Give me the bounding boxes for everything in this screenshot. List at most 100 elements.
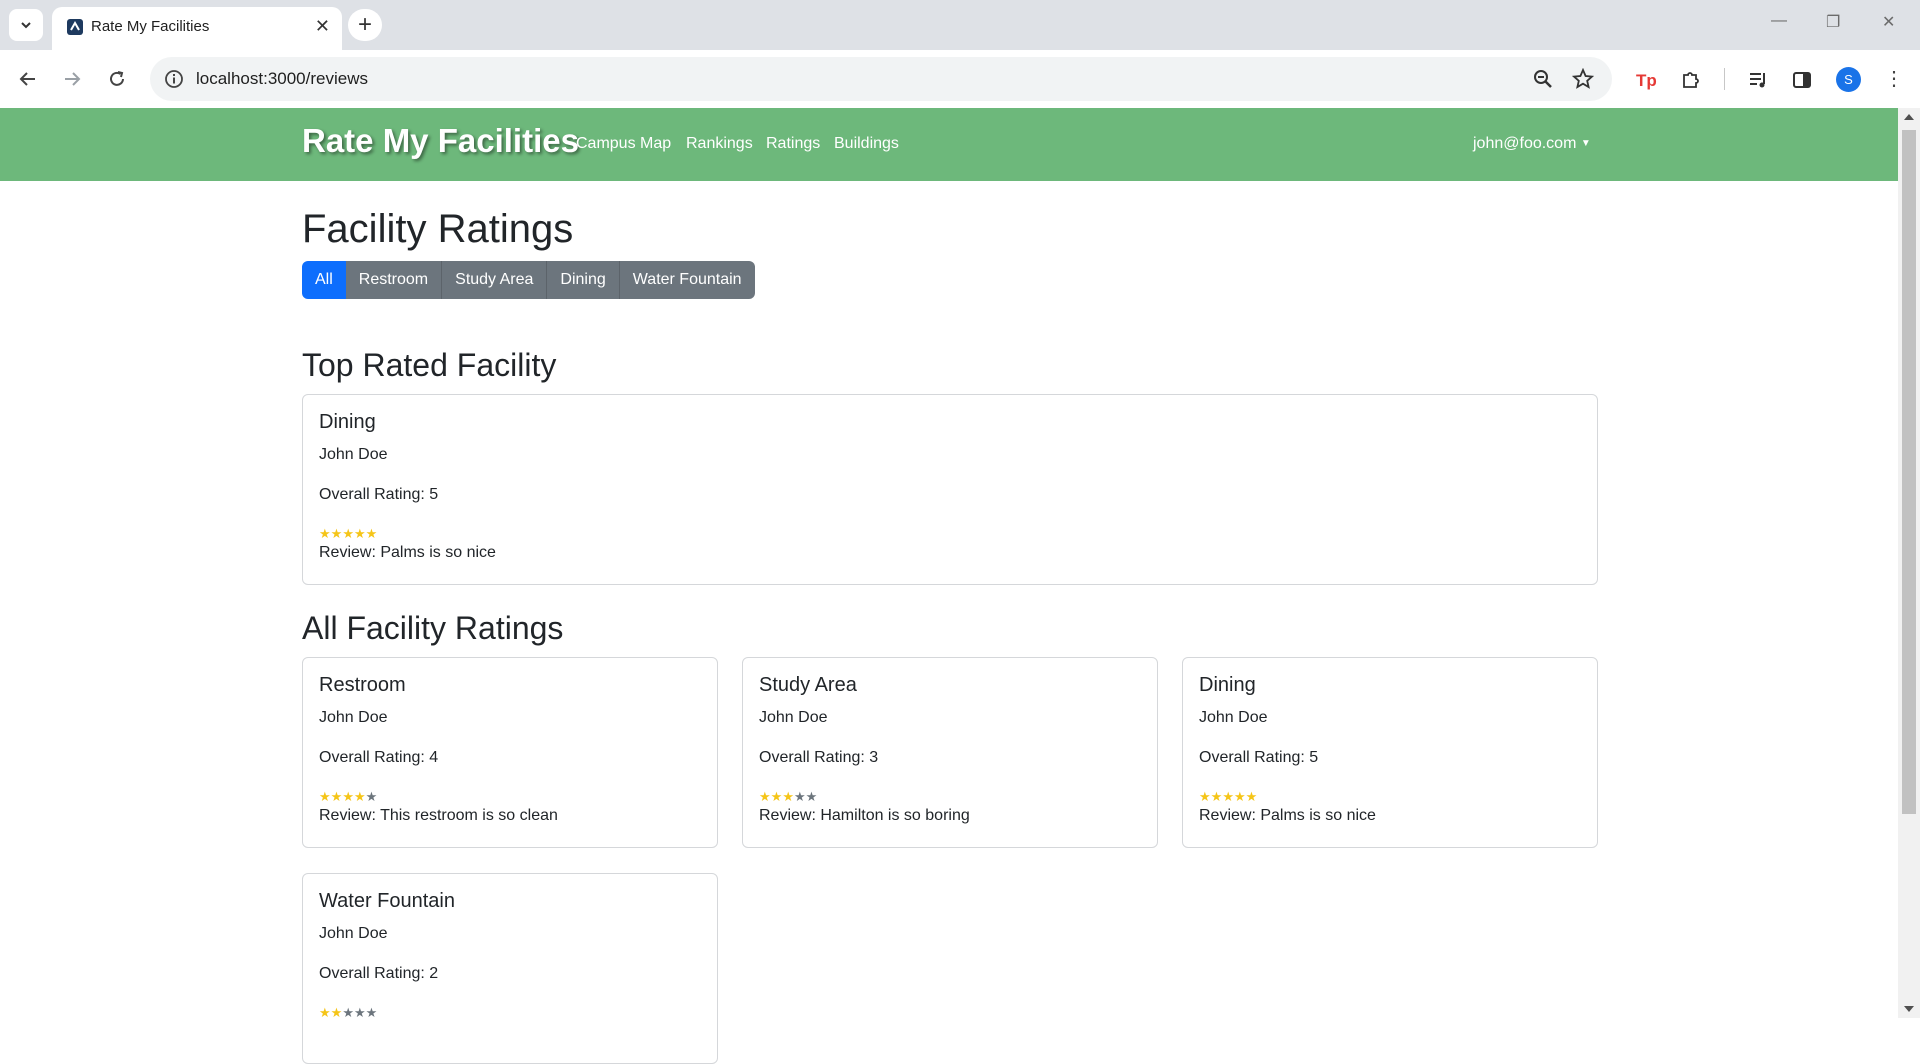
back-button[interactable] bbox=[15, 66, 41, 92]
nav-link-ratings[interactable]: Ratings bbox=[766, 135, 820, 153]
puzzle-icon bbox=[1683, 72, 1699, 88]
rating-card-restroom: Restroom John Doe Overall Rating: 4 ★★★★… bbox=[302, 657, 718, 848]
card-review: Review: Hamilton is so boring bbox=[759, 807, 970, 824]
star-rating: ★★★★★ bbox=[319, 1005, 377, 1021]
minimize-icon[interactable]: — bbox=[1771, 12, 1787, 30]
top-rated-heading: Top Rated Facility bbox=[302, 347, 557, 383]
card-title: Dining bbox=[1199, 674, 1256, 696]
star-filled-icon: ★ bbox=[330, 526, 343, 541]
card-overall-rating: Overall Rating: 4 bbox=[319, 749, 439, 766]
app-navbar: Rate My Facilities Campus Map Rankings R… bbox=[0, 108, 1898, 181]
tp-extension-icon: Tp bbox=[1636, 71, 1657, 90]
svg-text:Tp: Tp bbox=[1636, 71, 1657, 90]
card-review: Review: Palms is so nice bbox=[1199, 807, 1376, 824]
side-panel-button[interactable] bbox=[1789, 68, 1815, 92]
arrow-left-icon bbox=[19, 72, 35, 86]
caret-down-icon: ▼ bbox=[1580, 138, 1591, 149]
url-text[interactable]: localhost:3000/reviews bbox=[196, 69, 368, 89]
extension-tp-icon[interactable]: Tp bbox=[1633, 68, 1659, 92]
page-title: Facility Ratings bbox=[302, 207, 574, 251]
star-filled-icon: ★ bbox=[353, 789, 366, 804]
filter-water-fountain-button[interactable]: Water Fountain bbox=[619, 261, 755, 299]
star-empty-icon: ★ bbox=[805, 789, 818, 804]
star-filled-icon: ★ bbox=[1199, 789, 1211, 804]
scrollbar-thumb[interactable] bbox=[1902, 130, 1916, 814]
rating-card-study-area: Study Area John Doe Overall Rating: 3 ★★… bbox=[742, 657, 1158, 848]
browser-toolbar: localhost:3000/reviews Tp S ⋮ bbox=[0, 50, 1920, 108]
nav-link-campus-map[interactable]: Campus Map bbox=[576, 135, 671, 153]
star-rating: ★★★★★ bbox=[759, 789, 817, 805]
star-filled-icon: ★ bbox=[782, 789, 794, 804]
site-info-icon[interactable] bbox=[164, 69, 184, 89]
star-filled-icon: ★ bbox=[319, 789, 331, 804]
browser-tab[interactable]: Rate My Facilities ✕ bbox=[52, 7, 342, 50]
media-queue-icon bbox=[1750, 73, 1765, 88]
address-bar[interactable]: localhost:3000/reviews bbox=[150, 57, 1612, 101]
rating-card-water-fountain: Water Fountain John Doe Overall Rating: … bbox=[302, 873, 718, 1064]
plus-icon: + bbox=[357, 11, 372, 38]
scroll-up-icon[interactable] bbox=[1904, 114, 1914, 120]
all-ratings-heading: All Facility Ratings bbox=[302, 610, 564, 646]
zoom-icon[interactable] bbox=[1532, 68, 1554, 90]
card-review: Review: Palms is so nice bbox=[319, 544, 496, 561]
forward-button[interactable] bbox=[59, 66, 85, 92]
page-scrollbar[interactable] bbox=[1898, 108, 1920, 1018]
card-title: Dining bbox=[319, 411, 376, 433]
filter-study-area-button[interactable]: Study Area bbox=[442, 261, 548, 299]
window-close-icon[interactable]: ✕ bbox=[1882, 12, 1895, 32]
star-filled-icon: ★ bbox=[330, 789, 343, 804]
star-filled-icon: ★ bbox=[353, 526, 366, 541]
browser-tab-bar: Rate My Facilities ✕ + — ❐ ✕ bbox=[0, 0, 1920, 50]
star-filled-icon: ★ bbox=[1233, 789, 1246, 804]
card-overall-rating: Overall Rating: 5 bbox=[1199, 749, 1319, 766]
side-panel-icon bbox=[1793, 72, 1811, 88]
restore-icon[interactable]: ❐ bbox=[1826, 12, 1840, 32]
filter-all-button[interactable]: All bbox=[302, 261, 346, 299]
media-control-button[interactable] bbox=[1745, 68, 1771, 92]
card-overall-rating: Overall Rating: 5 bbox=[319, 486, 439, 503]
star-empty-icon: ★ bbox=[793, 789, 806, 804]
new-tab-button[interactable]: + bbox=[348, 9, 382, 41]
card-review: Review: This restroom is so clean bbox=[319, 807, 558, 824]
tab-title: Rate My Facilities bbox=[91, 18, 210, 35]
card-author: John Doe bbox=[319, 446, 388, 463]
star-filled-icon: ★ bbox=[365, 526, 378, 541]
card-author: John Doe bbox=[1199, 709, 1268, 726]
profile-avatar[interactable]: S bbox=[1836, 67, 1861, 92]
card-author: John Doe bbox=[759, 709, 828, 726]
star-filled-icon: ★ bbox=[1245, 789, 1258, 804]
facility-filter-group: All Restroom Study Area Dining Water Fou… bbox=[302, 261, 755, 299]
card-title: Restroom bbox=[319, 674, 406, 696]
tab-search-button[interactable] bbox=[9, 9, 43, 41]
reload-icon bbox=[110, 71, 124, 86]
star-filled-icon: ★ bbox=[770, 789, 783, 804]
rating-card-dining: Dining John Doe Overall Rating: 5 ★★★★★ … bbox=[1182, 657, 1598, 848]
bookmark-star-icon[interactable] bbox=[1572, 68, 1594, 90]
chevron-down-icon bbox=[21, 22, 31, 29]
card-author: John Doe bbox=[319, 709, 388, 726]
toolbar-separator bbox=[1724, 68, 1725, 90]
browser-menu-icon[interactable]: ⋮ bbox=[1884, 66, 1904, 91]
card-overall-rating: Overall Rating: 3 bbox=[759, 749, 879, 766]
site-favicon-icon bbox=[67, 19, 83, 35]
brand-logo[interactable]: Rate My Facilities bbox=[302, 122, 579, 160]
star-filled-icon: ★ bbox=[342, 789, 354, 804]
card-title: Study Area bbox=[759, 674, 857, 696]
star-rating: ★★★★★ bbox=[319, 789, 377, 805]
user-menu-dropdown[interactable]: john@foo.com ▼ bbox=[1473, 135, 1591, 153]
card-title: Water Fountain bbox=[319, 890, 455, 912]
star-rating: ★★★★★ bbox=[319, 526, 377, 542]
extensions-button[interactable] bbox=[1678, 68, 1704, 92]
scroll-down-icon[interactable] bbox=[1904, 1006, 1914, 1012]
nav-link-buildings[interactable]: Buildings bbox=[834, 135, 899, 153]
filter-dining-button[interactable]: Dining bbox=[547, 261, 620, 299]
user-email: john@foo.com bbox=[1473, 135, 1577, 152]
star-filled-icon: ★ bbox=[759, 789, 771, 804]
filter-restroom-button[interactable]: Restroom bbox=[345, 261, 443, 299]
nav-link-rankings[interactable]: Rankings bbox=[686, 135, 753, 153]
reload-button[interactable] bbox=[104, 66, 130, 92]
star-filled-icon: ★ bbox=[342, 526, 354, 541]
card-author: John Doe bbox=[319, 925, 388, 942]
card-overall-rating: Overall Rating: 2 bbox=[319, 965, 439, 982]
tab-close-icon[interactable]: ✕ bbox=[315, 16, 330, 37]
